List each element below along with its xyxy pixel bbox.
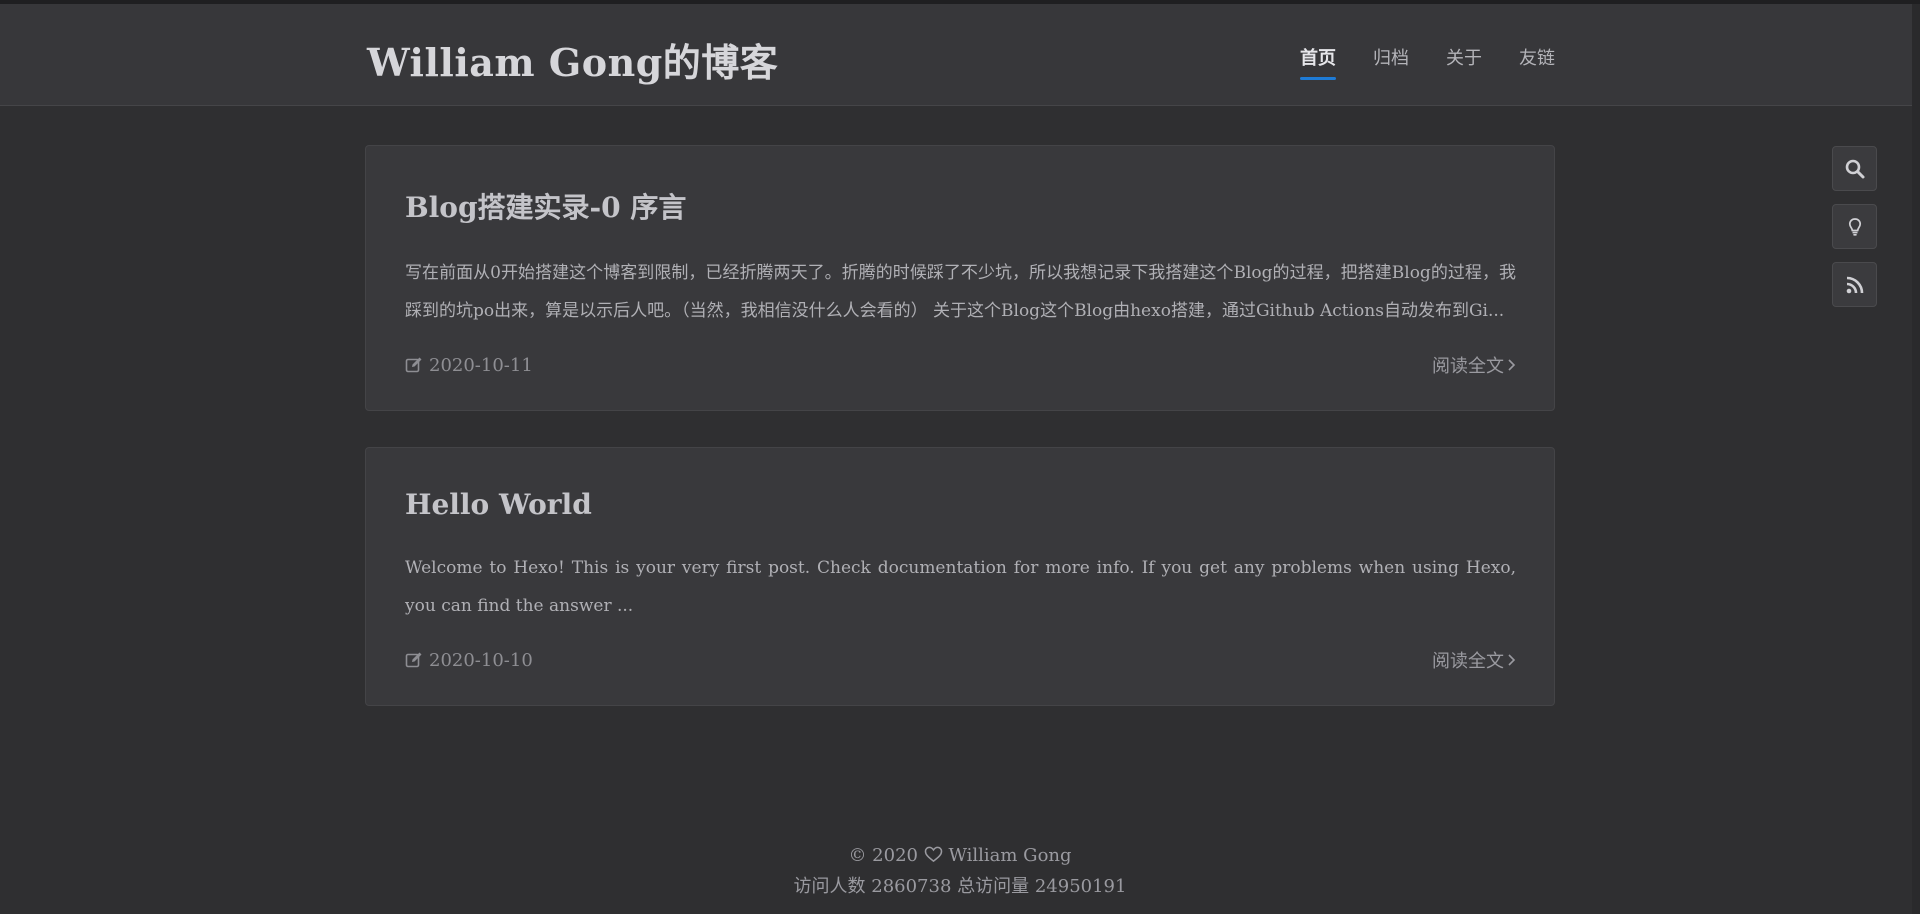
theme-toggle-button[interactable]	[1832, 204, 1877, 249]
post-meta: 2020-10-11 阅读全文	[405, 352, 1516, 378]
nav-item-links[interactable]: 友链	[1519, 44, 1555, 80]
post-date-text: 2020-10-11	[429, 354, 533, 376]
lightbulb-icon	[1848, 217, 1861, 236]
post-excerpt: Welcome to Hexo! This is your very first…	[405, 558, 1516, 616]
footer-stats: 访问人数 2860738 总访问量 24950191	[793, 876, 1127, 897]
post-title[interactable]: Hello World	[405, 488, 1516, 521]
page-scrollbar[interactable]	[1912, 4, 1920, 914]
side-toolbar	[1832, 146, 1877, 307]
footer-author[interactable]: William Gong	[948, 845, 1071, 866]
nav-item-about[interactable]: 关于	[1446, 44, 1482, 80]
read-more-link[interactable]: 阅读全文	[1432, 647, 1516, 673]
nav-item-archive[interactable]: 归档	[1373, 44, 1409, 80]
post-card: Hello World Welcome to Hexo! This is you…	[365, 447, 1555, 706]
copyright-text: © 2020	[848, 845, 918, 866]
read-more-label: 阅读全文	[1432, 651, 1504, 672]
post-meta: 2020-10-10 阅读全文	[405, 647, 1516, 673]
header-inner: William Gong的博客 首页 归档 关于 友链	[365, 4, 1555, 105]
main-nav: 首页 归档 关于 友链	[1300, 44, 1555, 80]
post-excerpt: 写在前面从0开始搭建这个博客到限制，已经折腾两天了。折腾的时候踩了不少坑，所以我…	[405, 263, 1516, 321]
read-more-label: 阅读全文	[1432, 356, 1504, 377]
post-title[interactable]: Blog搭建实录-0 序言	[405, 186, 1516, 226]
site-footer: © 2020 William Gong 访问人数 2860738 总访问量 24…	[0, 840, 1920, 902]
edit-icon	[405, 357, 422, 373]
heart-icon	[924, 846, 943, 863]
footer-copyright: © 2020 William Gong	[0, 840, 1920, 871]
chevron-right-icon	[1508, 654, 1516, 666]
post-card: Blog搭建实录-0 序言 写在前面从0开始搭建这个博客到限制，已经折腾两天了。…	[365, 145, 1555, 411]
read-more-link[interactable]: 阅读全文	[1432, 352, 1516, 378]
nav-item-home[interactable]: 首页	[1300, 44, 1336, 80]
post-date: 2020-10-11	[405, 355, 533, 376]
search-icon	[1845, 159, 1864, 178]
site-title[interactable]: William Gong的博客	[367, 32, 778, 87]
search-button[interactable]	[1832, 146, 1877, 191]
rss-icon	[1846, 276, 1863, 293]
post-date-text: 2020-10-10	[429, 649, 533, 671]
post-list: Blog搭建实录-0 序言 写在前面从0开始搭建这个博客到限制，已经折腾两天了。…	[365, 106, 1555, 706]
edit-icon	[405, 652, 422, 668]
rss-button[interactable]	[1832, 262, 1877, 307]
post-date: 2020-10-10	[405, 650, 533, 671]
chevron-right-icon	[1508, 359, 1516, 371]
site-header: William Gong的博客 首页 归档 关于 友链	[0, 4, 1920, 106]
